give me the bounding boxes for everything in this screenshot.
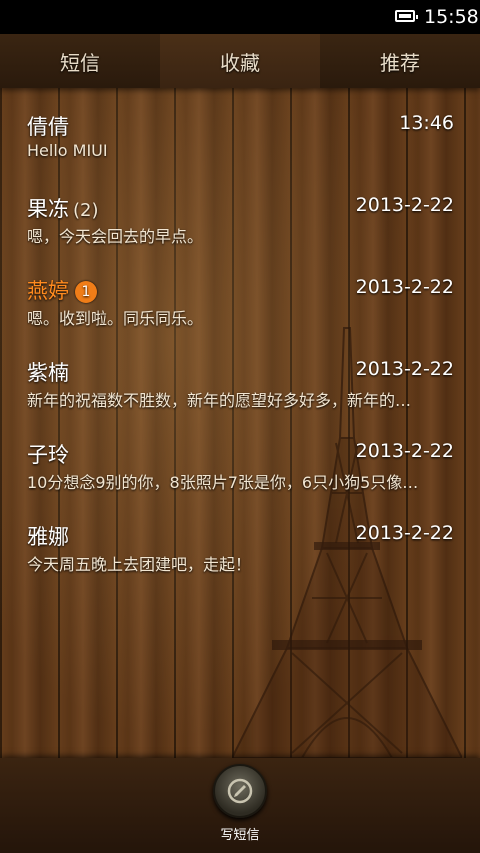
unread-badge: 1	[75, 281, 97, 303]
tab-favorites[interactable]: 收藏	[160, 34, 320, 88]
message-time: 2013-2-22	[355, 358, 454, 380]
screen: 15:58 短信 收藏 推荐 倩倩 13:46 Hello MIUI 果冻 (2…	[0, 0, 480, 853]
message-time: 2013-2-22	[355, 440, 454, 462]
contact-name: 果冻 (2)	[27, 197, 99, 221]
message-item[interactable]: 倩倩 13:46 Hello MIUI	[0, 88, 480, 170]
message-item[interactable]: 燕婷 1 2013-2-22 嗯。收到啦。同乐同乐。	[0, 252, 480, 334]
message-time: 2013-2-22	[355, 276, 454, 298]
message-item[interactable]: 果冻 (2) 2013-2-22 嗯，今天会回去的早点。	[0, 170, 480, 252]
message-item[interactable]: 子玲 2013-2-22 10分想念9别的你，8张照片7张是你，6只小狗5只像…	[0, 416, 480, 498]
message-preview: 10分想念9别的你，8张照片7张是你，6只小狗5只像…	[27, 473, 419, 492]
message-list: 倩倩 13:46 Hello MIUI 果冻 (2) 2013-2-22 嗯，今天…	[0, 88, 480, 758]
status-bar: 15:58	[0, 0, 480, 34]
contact-name: 紫楠	[27, 361, 69, 385]
bottom-bar: 写短信	[0, 758, 480, 853]
compose-label: 写短信	[220, 828, 260, 843]
battery-icon	[395, 10, 418, 22]
compose-button[interactable]	[213, 764, 267, 818]
message-preview: 嗯。收到啦。同乐同乐。	[27, 309, 204, 328]
message-time: 2013-2-22	[355, 522, 454, 544]
message-preview: 新年的祝福数不胜数，新年的愿望好多好多，新年的…	[27, 391, 412, 410]
message-item[interactable]: 紫楠 2013-2-22 新年的祝福数不胜数，新年的愿望好多好多，新年的…	[0, 334, 480, 416]
tab-sms[interactable]: 短信	[0, 34, 160, 88]
message-preview: Hello MIUI	[27, 141, 108, 160]
message-item[interactable]: 雅娜 2013-2-22 今天周五晚上去团建吧，走起！	[0, 498, 480, 580]
message-preview: 今天周五晚上去团建吧，走起！	[27, 555, 252, 574]
contact-name: 子玲	[27, 443, 69, 467]
contact-name: 雅娜	[27, 525, 69, 549]
status-time: 15:58	[424, 6, 479, 28]
contact-name: 燕婷 1	[27, 275, 97, 305]
tab-recommended[interactable]: 推荐	[320, 34, 480, 88]
compose-icon	[227, 778, 253, 804]
tab-bar: 短信 收藏 推荐	[0, 34, 480, 88]
thread-count: (2)	[73, 200, 99, 221]
contact-name: 倩倩	[27, 115, 69, 139]
message-time: 13:46	[399, 112, 454, 134]
message-time: 2013-2-22	[355, 194, 454, 216]
message-preview: 嗯，今天会回去的早点。	[27, 227, 204, 246]
